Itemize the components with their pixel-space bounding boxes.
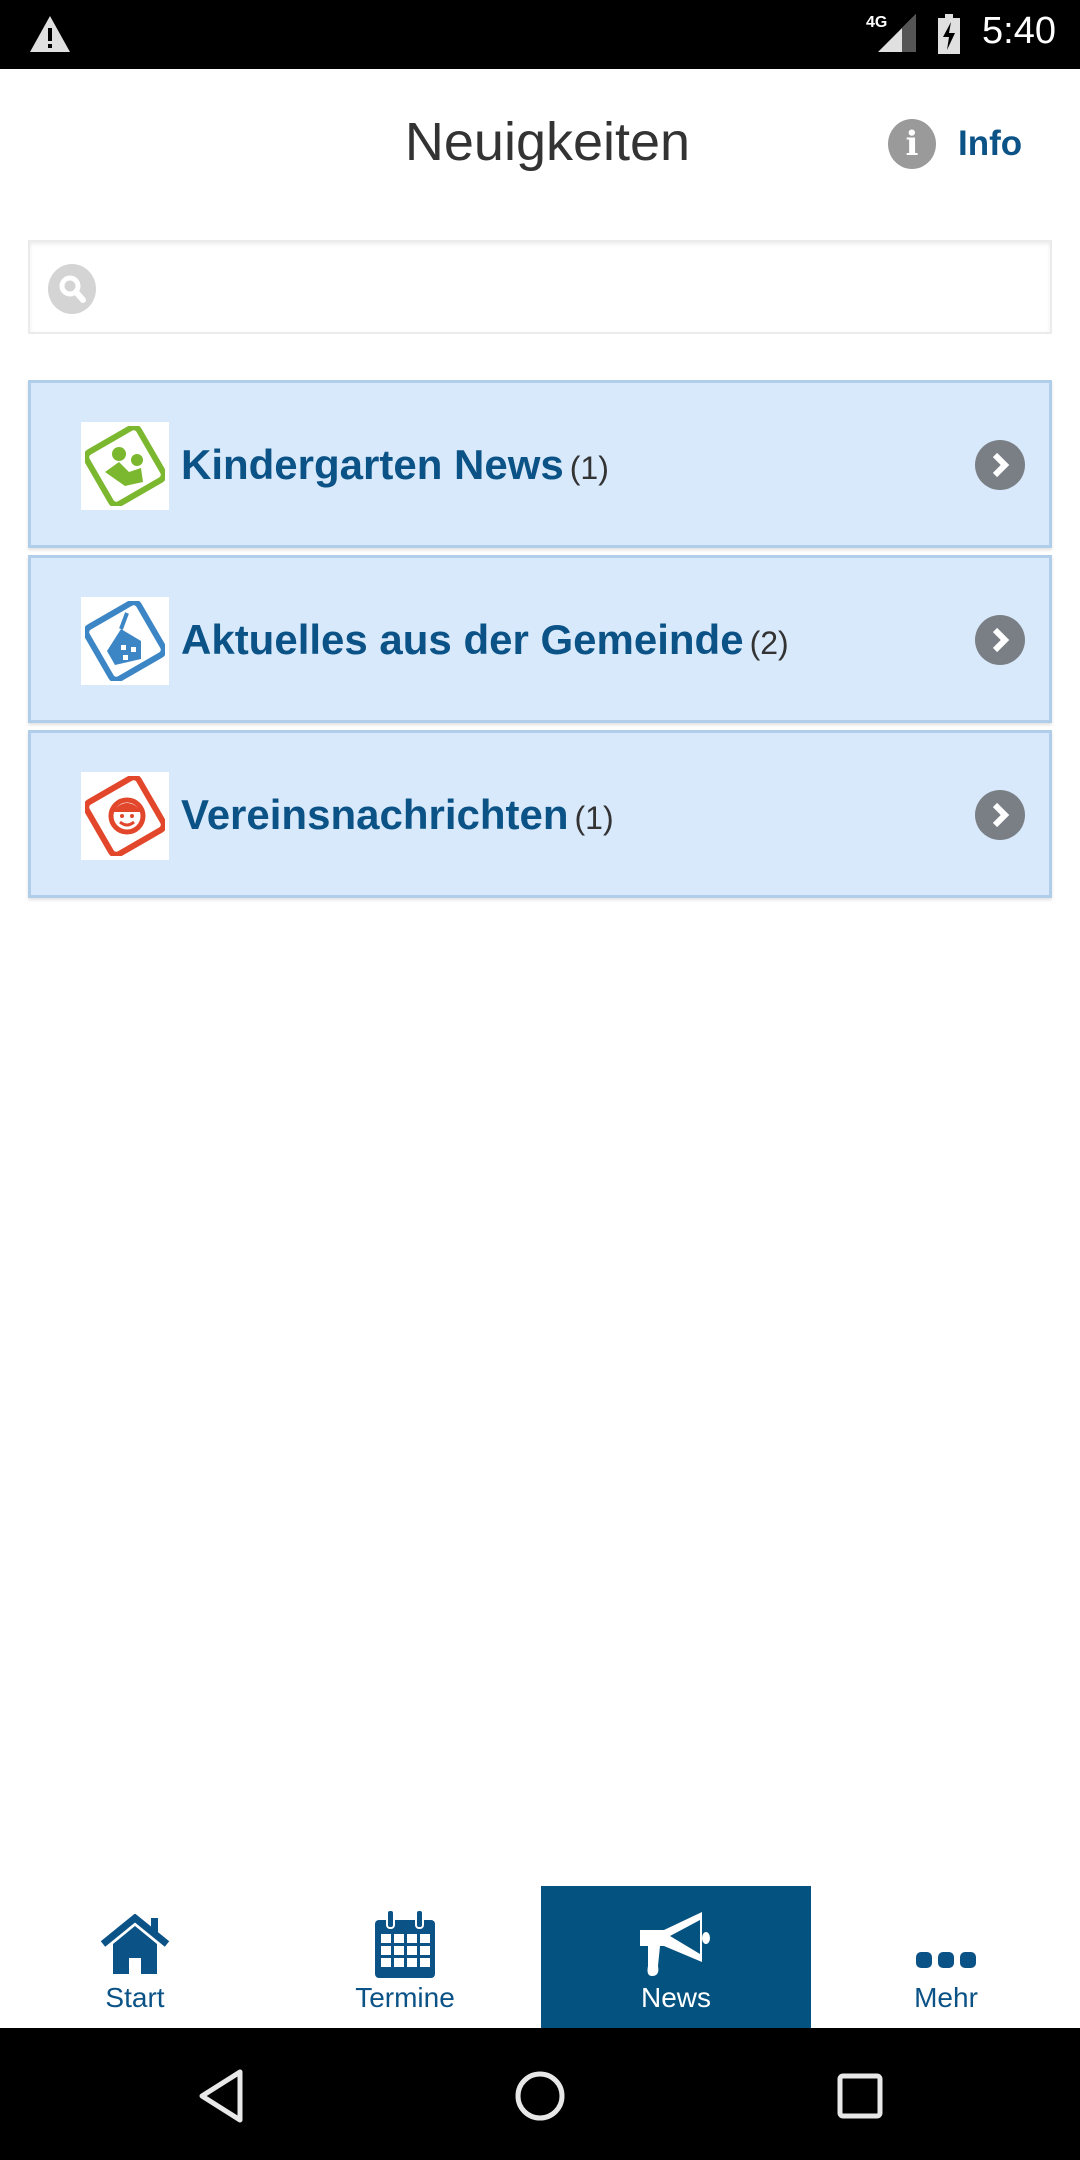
item-count: (1) bbox=[574, 800, 614, 836]
tab-label: News bbox=[640, 1982, 711, 2013]
system-navigation-bar bbox=[0, 2028, 1080, 2160]
tab-mehr[interactable]: Mehr bbox=[811, 1886, 1080, 2028]
calendar-icon bbox=[270, 1910, 540, 1980]
tab-start[interactable]: Start bbox=[0, 1886, 270, 2028]
municipality-icon bbox=[81, 597, 169, 685]
status-bar: 4G 5:40 bbox=[0, 0, 1080, 69]
chevron-right-icon[interactable] bbox=[975, 440, 1025, 490]
chevron-right-icon[interactable] bbox=[975, 790, 1025, 840]
tab-news[interactable]: News bbox=[541, 1886, 811, 2028]
list-item-kindergarten-news[interactable]: Kindergarten News (1) bbox=[28, 380, 1052, 548]
header: Neuigkeiten i Info bbox=[0, 69, 1080, 219]
back-icon[interactable] bbox=[190, 2064, 254, 2128]
tab-label: Mehr bbox=[914, 1982, 978, 2013]
signal-icon bbox=[878, 14, 916, 52]
item-count: (1) bbox=[569, 450, 609, 486]
home-circle-icon[interactable] bbox=[508, 2064, 572, 2128]
tab-label: Start bbox=[105, 1982, 165, 2013]
tab-label: Termine bbox=[355, 1982, 455, 2013]
recents-icon[interactable] bbox=[828, 2064, 892, 2128]
news-category-list: Kindergarten News (1) Aktuelles aus der G… bbox=[28, 380, 1052, 905]
kindergarten-icon bbox=[81, 422, 169, 510]
clock: 5:40 bbox=[982, 10, 1056, 52]
search-icon bbox=[48, 264, 96, 314]
search-input[interactable] bbox=[110, 252, 1034, 324]
search-box[interactable] bbox=[28, 240, 1052, 334]
item-label: Aktuelles aus der Gemeinde (2) bbox=[181, 616, 789, 663]
info-button[interactable]: i Info bbox=[888, 117, 1022, 171]
item-count: (2) bbox=[749, 625, 789, 661]
tab-termine[interactable]: Termine bbox=[270, 1886, 540, 2028]
battery-charging-icon bbox=[938, 14, 960, 54]
list-item-vereinsnachrichten[interactable]: Vereinsnachrichten (1) bbox=[28, 730, 1052, 898]
item-label: Vereinsnachrichten (1) bbox=[181, 791, 614, 838]
warning-icon bbox=[30, 16, 70, 52]
list-item-aktuelles-aus-der-gemeinde[interactable]: Aktuelles aus der Gemeinde (2) bbox=[28, 555, 1052, 723]
more-icon bbox=[811, 1910, 1080, 1980]
home-icon bbox=[0, 1910, 270, 1980]
megaphone-icon bbox=[541, 1910, 811, 1980]
chevron-right-icon[interactable] bbox=[975, 615, 1025, 665]
info-icon: i bbox=[888, 119, 936, 169]
club-icon bbox=[81, 772, 169, 860]
item-label: Kindergarten News (1) bbox=[181, 441, 609, 488]
bottom-tab-bar: Start Termine News Mehr bbox=[0, 1886, 1080, 2028]
info-label: Info bbox=[958, 124, 1023, 163]
